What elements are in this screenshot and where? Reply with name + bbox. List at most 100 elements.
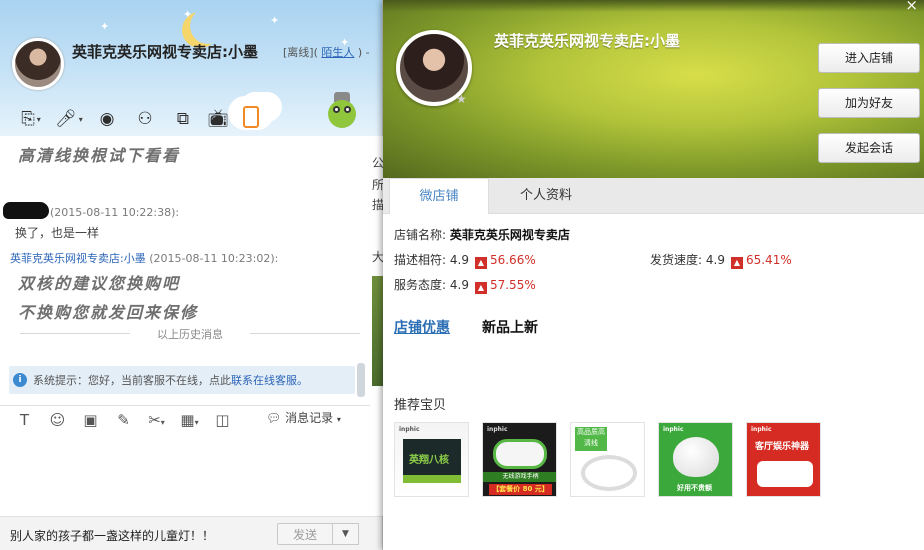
product-brand: inphic (399, 426, 420, 433)
phone-icon[interactable] (243, 106, 259, 128)
shop-name-row: 店铺名称: 英菲克英乐网视专卖店 (394, 226, 570, 243)
chat-toolbar: ⎘▾ 🎤︎▾ ◉ ⚇ ⧉ 📺︎▾ (12, 106, 240, 132)
message-sender[interactable]: 英菲克英乐网视专卖店:小墨 (10, 252, 146, 265)
product-thumbnail[interactable]: inphic 英翔八核 (394, 422, 469, 497)
info-icon: i (13, 373, 27, 387)
rating-row: 发货速度: 4.9 ▲ 65.41% (650, 251, 792, 269)
voice-icon[interactable]: 🎤︎ ▾ (50, 106, 88, 132)
message-time: (2015-08-11 10:23:02): (149, 252, 279, 265)
video-icon[interactable]: ◉ (88, 106, 126, 132)
message-history-button[interactable]: 💬︎ 消息记录 ▾ (266, 409, 341, 426)
product-price-label: 【套餐价 80 元】 (489, 484, 552, 495)
chat-footer: 别人家的孩子都一盏这样的儿童灯！！ 发送 ▼ (0, 516, 382, 550)
product-brand: inphic (751, 426, 772, 433)
status-prefix: [离线]( (283, 46, 322, 59)
emoji-icon[interactable]: ☺ (41, 411, 74, 429)
rating-label: 发货速度: (650, 253, 703, 267)
send-options-dropdown[interactable]: ▼ (333, 523, 359, 545)
contact-online-service-link[interactable]: 联系在线客服。 (231, 372, 308, 388)
rating-label: 服务态度: (394, 278, 447, 292)
history-divider: 以上历史消息 (20, 326, 360, 342)
message-meta: (2015-08-11 10:22:38): (50, 206, 179, 219)
star-decoration: ✦ (100, 20, 110, 33)
message-input[interactable] (0, 434, 370, 516)
shake-icon[interactable]: ◫ (206, 411, 239, 429)
shop-promo-link[interactable]: 店铺优惠 (394, 317, 450, 337)
product-thumbnail[interactable]: 高品质高清线 (570, 422, 645, 497)
shop-name-label: 店铺名称: (394, 228, 447, 242)
close-icon[interactable]: × (905, 0, 918, 14)
product-label: 客厅娱乐神器 (755, 442, 810, 452)
rating-score: 4.9 (449, 253, 469, 267)
chat-window: ✦ ✦ ✦ ✦ 英菲克英乐网视专卖店:小墨 [离线]( 陌生人 ) - ⎘ ▾ 🎤… (0, 0, 383, 550)
message-text: 双核的建议您换购吧 (18, 274, 181, 293)
message-text: 换了，也是一样 (15, 226, 100, 240)
sidebar-peek: 公 所 描 大 (370, 136, 384, 516)
rating-percent: 56.66% (489, 253, 536, 267)
tab-personal-info[interactable]: 个人资料 (491, 178, 601, 214)
rating-row: 服务态度: 4.9 ▲ 57.55% (394, 276, 536, 294)
send-button[interactable]: 发送 (277, 523, 333, 545)
product-label: 无线游戏手柄 (483, 472, 556, 482)
profile-banner: × ★ 英菲克英乐网视专卖店:小墨 进入店铺 加为好友 发起会话 (383, 0, 924, 178)
message-list: 高清线换根试下看看 (2015-08-11 10:22:38): 换了，也是一样… (0, 136, 370, 398)
profile-name: 英菲克英乐网视专卖店:小墨 (494, 32, 680, 50)
tab-micro-shop[interactable]: 微店铺 (389, 178, 489, 214)
recommended-title: 推荐宝贝 (394, 398, 447, 413)
up-arrow-icon: ▲ (474, 257, 487, 269)
screen-share-icon[interactable]: ⧉ (164, 106, 202, 132)
ad-link[interactable]: 别人家的孩子都一盏这样的儿童灯！！ (10, 527, 214, 544)
banner-shadow (383, 0, 924, 12)
font-icon[interactable]: T (8, 411, 41, 429)
profile-panel: × ★ 英菲克英乐网视专卖店:小墨 进入店铺 加为好友 发起会话 微店铺 个人资… (383, 0, 924, 550)
product-thumbnail[interactable]: inphic 客厅娱乐神器 (746, 422, 821, 497)
edit-icon[interactable]: ✎ (107, 411, 140, 429)
message-scrollbar[interactable] (357, 363, 365, 397)
message-history-label: 消息记录 (285, 411, 334, 425)
status-suffix: ) - (354, 46, 370, 59)
up-arrow-icon: ▲ (474, 282, 487, 294)
up-arrow-icon: ▲ (730, 257, 743, 269)
rating-score: 4.9 (705, 253, 725, 267)
system-notice: i 系统提示：您好，当前客服不在线，点此 联系在线客服。 (9, 366, 355, 394)
calculator-icon[interactable]: ▦▾ (173, 411, 206, 429)
product-brand: inphic (487, 426, 508, 433)
enter-shop-button[interactable]: 进入店铺 (818, 43, 920, 73)
profile-tabs: 微店铺 个人资料 (383, 178, 924, 214)
message-text: 高清线换根试下看看 (18, 146, 181, 165)
star-decoration: ✦ (270, 14, 280, 27)
rating-label: 描述相符: (394, 253, 447, 267)
rating-score: 4.9 (449, 278, 469, 292)
new-arrivals-link[interactable]: 新品上新 (482, 317, 538, 337)
product-thumbnail[interactable]: inphic 好用不贵额 (658, 422, 733, 497)
message-meta: 英菲克英乐网视专卖店:小墨 (2015-08-11 10:23:02): (10, 250, 278, 266)
product-thumbnail[interactable]: inphic 无线游戏手柄 【套餐价 80 元】 (482, 422, 557, 497)
shop-content: 店铺名称: 英菲克英乐网视专卖店 描述相符: 4.9 ▲ 56.66% 发货速度: … (383, 214, 924, 550)
contact-avatar[interactable] (12, 38, 64, 90)
screenshot-icon[interactable]: ✂▾ (140, 411, 173, 429)
shop-name: 英菲克英乐网视专卖店 (449, 228, 570, 242)
product-brand: inphic (663, 426, 684, 433)
message-time: (2015-08-11 10:22:38): (50, 206, 180, 219)
moon-decoration (190, 8, 226, 44)
star-icon: ★ (456, 92, 467, 106)
redacted-name (3, 202, 49, 219)
product-label: 好用不贵额 (677, 484, 712, 492)
rating-percent: 57.55% (489, 278, 536, 292)
image-icon[interactable]: ▣ (74, 411, 107, 429)
start-chat-button[interactable]: 发起会话 (818, 133, 920, 163)
file-transfer-icon[interactable]: ⎘ ▾ (12, 106, 50, 132)
product-label: 高品质高清线 (575, 427, 607, 451)
add-contact-icon[interactable]: ⚇ (126, 106, 164, 132)
contact-status: [离线]( 陌生人 ) - (283, 44, 370, 60)
frog-mascot-icon[interactable] (328, 92, 356, 128)
rating-row: 描述相符: 4.9 ▲ 56.66% (394, 251, 536, 269)
chat-header: ✦ ✦ ✦ ✦ 英菲克英乐网视专卖店:小墨 [离线]( 陌生人 ) - ⎘ ▾ 🎤… (0, 0, 382, 136)
system-notice-text: 系统提示：您好，当前客服不在线，点此 (33, 374, 231, 387)
product-label: 英翔八核 (409, 455, 449, 466)
contact-name: 英菲克英乐网视专卖店:小墨 (72, 43, 258, 61)
rating-percent: 65.41% (745, 253, 792, 267)
message-text: 不换购您就发回来保修 (18, 303, 199, 322)
add-friend-button[interactable]: 加为好友 (818, 88, 920, 118)
stranger-link[interactable]: 陌生人 (321, 46, 354, 59)
